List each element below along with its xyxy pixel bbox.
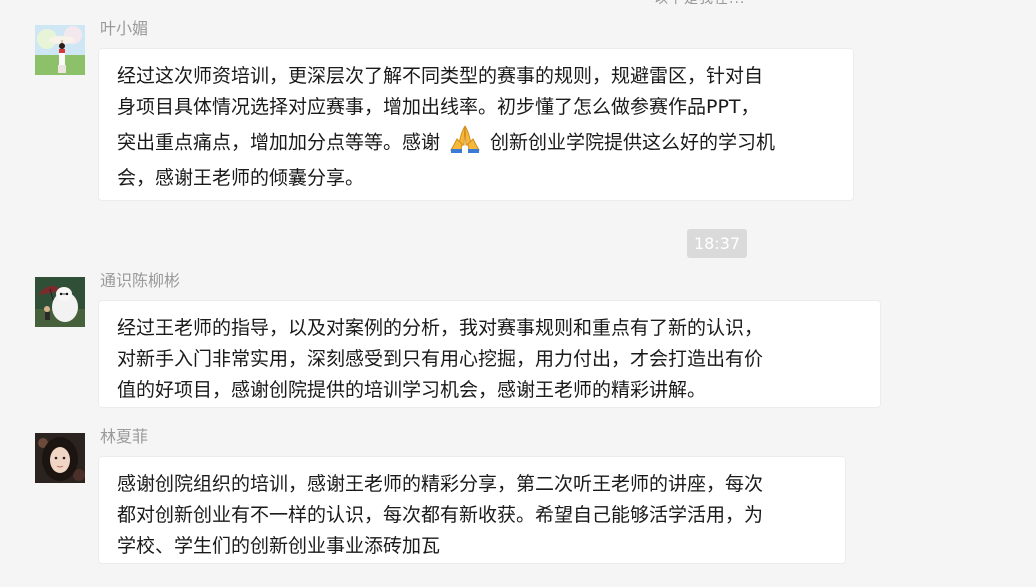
message-line: 感谢创院组织的培训，感谢王老师的精彩分享，第二次听王老师的讲座，每次 xyxy=(117,473,764,495)
message-line: 值的好项目，感谢创院提供的培训学习机会，感谢王老师的精彩讲解。 xyxy=(117,379,707,401)
message-line: 突出重点痛点，增加加分点等等。感谢 创新创业学院提供这么好的学习机 xyxy=(117,123,839,163)
message-line: 会，感谢王老师的倾囊分享。 xyxy=(117,167,365,189)
message-line-segment: 突出重点痛点，增加加分点等等。感谢 xyxy=(117,131,441,154)
message-line: 对新手入门非常实用，深刻感受到只有用心挖掘，用力付出，才会打造出有价 xyxy=(117,348,764,370)
avatar[interactable] xyxy=(35,433,85,483)
message-line: 学校、学生们的创新创业事业添砖加瓦 xyxy=(117,535,441,557)
sender-name: 林夏菲 xyxy=(100,427,149,446)
chat-window: 以下是我在... 叶小媚 经过这次师资培训，更深层次了解不同类型的赛事的规则，规… xyxy=(0,0,1036,587)
message-line: 身项目具体情况选择对应赛事，增加出线率。初步懂了怎么做参赛作品PPT， xyxy=(117,96,760,118)
folded-hands-icon xyxy=(448,123,482,163)
sender-name: 叶小媚 xyxy=(100,19,149,38)
sender-name: 通识陈柳彬 xyxy=(100,271,181,290)
message-line: 都对创新创业有不一样的认识，每次都有新收获。希望自己能够活学活用，为 xyxy=(117,504,764,526)
time-divider: 18:37 xyxy=(687,229,747,258)
message-bubble[interactable]: 经过王老师的指导，以及对案例的分析，我对赛事规则和重点有了新的认识， 对新手入门… xyxy=(98,300,881,408)
previous-message-fragment: 以下是我在... xyxy=(654,0,745,8)
message-bubble[interactable]: 经过这次师资培训，更深层次了解不同类型的赛事的规则，规避雷区，针对自 身项目具体… xyxy=(98,48,854,201)
message-line: 经过这次师资培训，更深层次了解不同类型的赛事的规则，规避雷区，针对自 xyxy=(117,65,764,87)
avatar[interactable] xyxy=(35,277,85,327)
avatar[interactable] xyxy=(35,25,85,75)
message-line: 经过王老师的指导，以及对案例的分析，我对赛事规则和重点有了新的认识， xyxy=(117,317,764,339)
message-bubble[interactable]: 感谢创院组织的培训，感谢王老师的精彩分享，第二次听王老师的讲座，每次 都对创新创… xyxy=(98,456,846,564)
message-line-segment: 创新创业学院提供这么好的学习机 xyxy=(490,131,776,154)
